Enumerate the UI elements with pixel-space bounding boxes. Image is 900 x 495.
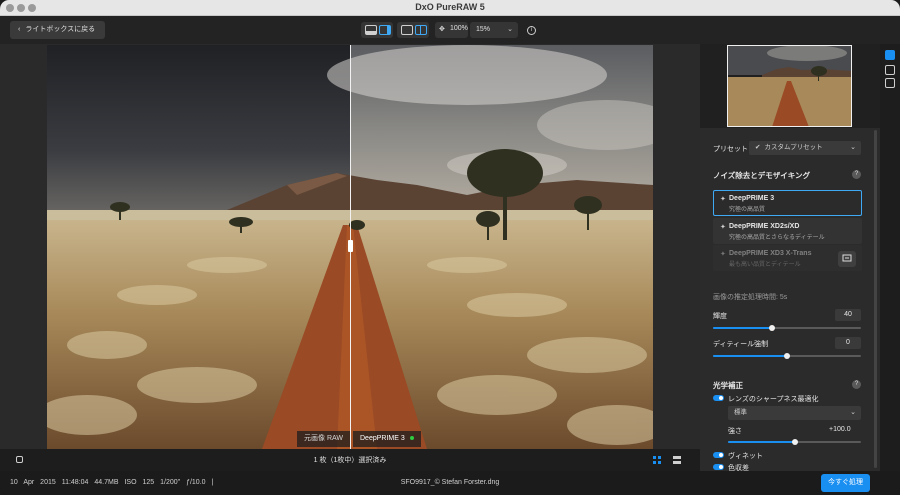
- split-handle[interactable]: [348, 240, 353, 252]
- optics-section-title: 光学補正: [713, 381, 743, 390]
- app-window: DxO PureRAW 5 ‹ ライトボックスに戻る ✥ 100% 15% ⌄ i: [0, 0, 900, 495]
- navigator: [700, 44, 880, 128]
- sidebar-view-icon[interactable]: [379, 25, 391, 35]
- detail-slider[interactable]: [713, 353, 861, 359]
- luminance-label: 輝度: [713, 313, 727, 320]
- toolbar: ‹ ライトボックスに戻る ✥ 100% 15% ⌄ i: [0, 16, 900, 44]
- info-icon[interactable]: i: [527, 26, 536, 35]
- detail-slider-knob[interactable]: [784, 353, 790, 359]
- panel-scrollbar[interactable]: [874, 130, 877, 468]
- full-image-icon[interactable]: [401, 25, 413, 35]
- brush-icon[interactable]: [885, 65, 895, 75]
- help-icon[interactable]: ?: [852, 380, 861, 389]
- move-icon: ✥: [439, 26, 445, 33]
- before-label: 元画像 RAW: [297, 431, 351, 447]
- after-label: DeepPRIME 3: [353, 431, 421, 447]
- settings-tab-icon[interactable]: [885, 50, 895, 60]
- denoise-option-xd2s[interactable]: ✦ DeepPRIME XD2s/XD 究極の高品質とさらなるディテール: [713, 218, 862, 244]
- help-icon[interactable]: ?: [852, 170, 861, 179]
- sparkle-icon: ✦: [720, 251, 726, 258]
- chromatic-toggle[interactable]: [713, 464, 724, 470]
- check-icon: ✔: [755, 144, 761, 151]
- chevron-down-icon: ⌄: [850, 409, 856, 416]
- strength-label: 強さ: [728, 428, 742, 435]
- chevron-down-icon: ⌄: [850, 144, 856, 151]
- detail-label: ディティール強制: [713, 341, 769, 348]
- title-bar: DxO PureRAW 5: [0, 0, 900, 16]
- chevron-down-icon: ⌄: [507, 26, 513, 33]
- strength-slider-knob[interactable]: [791, 439, 798, 445]
- estimated-time: 画像の推定処理時間: 5s: [713, 294, 788, 301]
- grid-view-icon[interactable]: [653, 456, 661, 464]
- filmstrip-bar: 1 枚（1枚中）選択済み: [0, 449, 700, 471]
- preset-label: プリセット: [713, 146, 748, 153]
- vignette-label: ヴィネット: [728, 453, 763, 460]
- detail-value[interactable]: 0: [835, 337, 861, 349]
- layout-toggle-group: [361, 22, 393, 38]
- preset-select[interactable]: ✔ カスタムプリセット ⌄: [749, 141, 861, 155]
- sparkle-icon: ✦: [720, 224, 726, 231]
- luminance-value[interactable]: 40: [835, 309, 861, 321]
- single-view-icon[interactable]: [365, 25, 377, 35]
- sparkle-icon: ✦: [720, 196, 726, 203]
- window-title: DxO PureRAW 5: [415, 2, 485, 12]
- lens-sharpness-toggle[interactable]: [713, 395, 724, 401]
- denoise-section-title: ノイズ除去とデモザイキング: [713, 171, 811, 180]
- strength-slider-fill: [728, 441, 795, 443]
- vignette-toggle[interactable]: [713, 452, 724, 458]
- status-dot-icon: [409, 436, 414, 441]
- strength-value[interactable]: +100.0: [829, 426, 851, 433]
- lens-sharpness-label: レンズのシャープネス最適化: [728, 396, 819, 403]
- strength-slider[interactable]: [728, 439, 861, 445]
- luminance-slider-fill: [713, 327, 773, 329]
- chat-icon: [842, 254, 852, 262]
- selection-count: 1 枚（1枚中）選択済み: [313, 457, 387, 464]
- zoom-100-group[interactable]: ✥ 100%: [435, 22, 468, 38]
- list-view-icon[interactable]: [673, 456, 681, 464]
- right-tool-strip: [880, 44, 900, 471]
- process-now-button[interactable]: 今すぐ処理: [821, 474, 870, 492]
- feedback-button[interactable]: [838, 251, 856, 267]
- navigator-viewport[interactable]: [727, 45, 852, 127]
- compare-toggle-group: [397, 22, 429, 38]
- status-bar: 10 Apr 2015 11:48:04 44.7MB ISO 125 1/20…: [0, 471, 900, 495]
- denoise-option-deepprime3[interactable]: ✦ DeepPRIME 3 究極の高品質: [713, 190, 862, 216]
- zoom-100-label: 100%: [450, 25, 468, 32]
- image-viewer[interactable]: 元画像 RAW DeepPRIME 3: [0, 44, 700, 449]
- back-to-lightbox-button[interactable]: ‹ ライトボックスに戻る: [10, 21, 106, 39]
- luminance-slider[interactable]: [713, 325, 861, 331]
- chevron-left-icon: ‹: [18, 26, 21, 33]
- detail-slider-fill: [713, 355, 787, 357]
- lens-sharpness-mode-select[interactable]: 標準 ⌄: [728, 406, 861, 420]
- zoom-select[interactable]: 15% ⌄: [470, 22, 518, 38]
- split-compare-icon[interactable]: [415, 25, 427, 35]
- image-icon[interactable]: [885, 78, 895, 88]
- file-name: SFO9917_© Stefan Forster.dng: [400, 479, 500, 486]
- photo-preview[interactable]: 元画像 RAW DeepPRIME 3: [47, 45, 653, 449]
